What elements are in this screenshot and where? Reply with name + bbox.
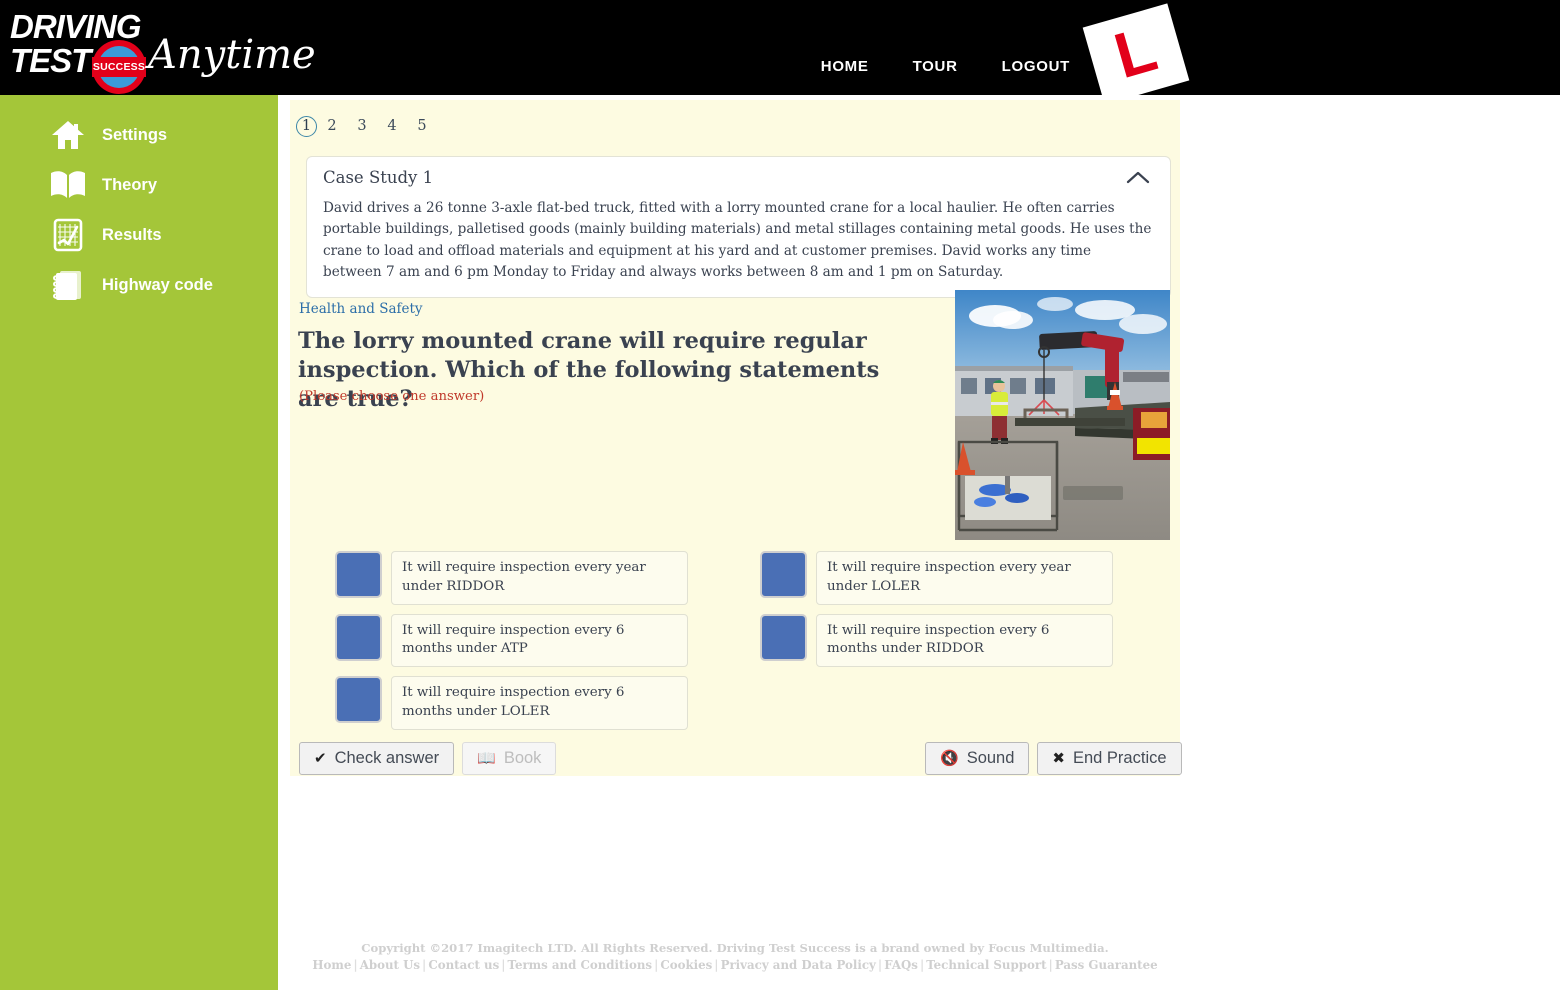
answer-column-right: It will require inspection every year un… [760, 551, 1113, 676]
question-instruction-note: (Please choose one answer) [299, 389, 485, 404]
sidebar-item-label-settings: Settings [102, 125, 168, 144]
footer-link-pass-guarantee[interactable]: Pass Guarantee [1055, 958, 1158, 972]
answer-checkbox-3[interactable] [335, 676, 382, 724]
book-label: Book [503, 749, 542, 767]
success-badge-label: SUCCESS [92, 57, 146, 77]
case-study-body-text: David drives a 26 tonne 3-axle flat-bed … [323, 200, 1152, 280]
answer-option-1[interactable]: It will require inspection every year un… [335, 551, 688, 605]
footer-link-cookies[interactable]: Cookies [660, 958, 712, 972]
sidebar-item-label-theory: Theory [102, 175, 158, 194]
results-chart-icon [38, 218, 98, 252]
chevron-up-icon[interactable] [1124, 169, 1152, 189]
answer-label-5[interactable]: It will require inspection every 6 month… [816, 613, 1113, 668]
main-navigation: HOME TOUR LOGOUT [821, 58, 1070, 75]
action-buttons-right: 🔇 Sound ✖ End Practice [925, 742, 1182, 775]
check-answer-button[interactable]: ✔ Check answer [299, 742, 455, 775]
answer-checkbox-5[interactable] [760, 613, 807, 661]
footer-copyright: Copyright ©2017 Imagitech LTD. All Right… [361, 941, 1109, 955]
footer-link-faqs[interactable]: FAQs [884, 958, 918, 972]
end-practice-label: End Practice [1072, 749, 1167, 767]
success-badge-icon: SUCCESS [92, 40, 146, 94]
sidebar-item-theory[interactable]: Theory [0, 160, 278, 210]
pagination-page-3[interactable]: 3 [347, 114, 377, 138]
answer-label-2[interactable]: It will require inspection every 6 month… [391, 613, 688, 668]
pagination-page-2[interactable]: 2 [317, 114, 347, 138]
question-category: Health and Safety [299, 301, 423, 317]
answer-column-left: It will require inspection every year un… [335, 551, 688, 739]
answer-checkbox-1[interactable] [335, 551, 382, 598]
sidebar-item-results[interactable]: Results [0, 210, 278, 260]
nav-item-logout[interactable]: LOGOUT [1002, 58, 1070, 75]
answer-checkbox-4[interactable] [760, 551, 807, 598]
answer-label-1[interactable]: It will require inspection every year un… [391, 551, 688, 605]
l-plate-letter: L [1106, 11, 1165, 92]
nav-item-tour[interactable]: TOUR [913, 58, 958, 75]
sidebar-item-highway-code[interactable]: Highway code [0, 260, 278, 310]
brand-logo[interactable]: DRIVING TEST SUCCESS Anytime [8, 6, 316, 94]
book-icon [38, 170, 98, 200]
brand-line-test: TEST [10, 42, 91, 79]
close-icon: ✖ [1052, 749, 1065, 767]
sound-button[interactable]: 🔇 Sound [925, 742, 1030, 775]
brand-anytime-script: Anytime [148, 32, 316, 78]
end-practice-button[interactable]: ✖ End Practice [1037, 742, 1182, 775]
answer-option-4[interactable]: It will require inspection every year un… [760, 551, 1113, 605]
answer-label-4[interactable]: It will require inspection every year un… [816, 551, 1113, 605]
answer-checkbox-2[interactable] [335, 613, 382, 661]
question-photo [955, 290, 1170, 540]
home-icon [38, 119, 98, 151]
footer-link-contact-us[interactable]: Contact us [428, 958, 499, 972]
brand-line-driving: DRIVING [10, 8, 142, 45]
answer-option-5[interactable]: It will require inspection every 6 month… [760, 613, 1113, 668]
answer-option-3[interactable]: It will require inspection every 6 month… [335, 676, 688, 730]
notebook-icon [38, 268, 98, 302]
answer-label-3[interactable]: It will require inspection every 6 month… [391, 676, 688, 730]
top-header-bar: DRIVING TEST SUCCESS Anytime HOME TOUR L… [0, 0, 1560, 105]
book-button[interactable]: 📖 Book [462, 742, 557, 775]
l-plate-icon: L [1082, 3, 1190, 105]
sidebar: Settings Theory Results Highway code [0, 95, 278, 990]
footer-link-terms[interactable]: Terms and Conditions [508, 958, 653, 972]
check-icon: ✔ [314, 749, 327, 767]
sidebar-item-label-results: Results [102, 225, 162, 244]
footer-link-about-us[interactable]: About Us [360, 958, 420, 972]
pagination-page-4[interactable]: 4 [377, 114, 407, 138]
sound-label: Sound [966, 749, 1015, 767]
case-study-header: Case Study 1 [307, 157, 1170, 196]
footer-link-privacy[interactable]: Privacy and Data Policy [721, 958, 876, 972]
check-answer-label: Check answer [334, 749, 440, 767]
case-study-title: Case Study 1 [323, 168, 434, 187]
footer-link-home[interactable]: Home [312, 958, 351, 972]
case-study-card: Case Study 1 David drives a 26 tonne 3-a… [306, 156, 1171, 299]
footer: Copyright ©2017 Imagitech LTD. All Right… [290, 941, 1180, 972]
sidebar-item-settings[interactable]: Settings [0, 110, 278, 160]
answer-option-2[interactable]: It will require inspection every 6 month… [335, 613, 688, 668]
sound-mute-icon: 🔇 [940, 749, 959, 767]
footer-link-technical-support[interactable]: Technical Support [926, 958, 1046, 972]
question-pagination: 1 2 3 4 5 [296, 114, 437, 138]
sidebar-item-label-highway-code: Highway code [102, 275, 213, 294]
action-buttons-left: ✔ Check answer 📖 Book [299, 742, 557, 775]
footer-links: Home | About Us | Contact us | Terms and Condi… [312, 958, 1158, 972]
pagination-page-5[interactable]: 5 [407, 114, 437, 138]
pagination-page-1[interactable]: 1 [296, 115, 317, 137]
book-icon-small: 📖 [477, 749, 496, 767]
nav-item-home[interactable]: HOME [821, 58, 869, 75]
